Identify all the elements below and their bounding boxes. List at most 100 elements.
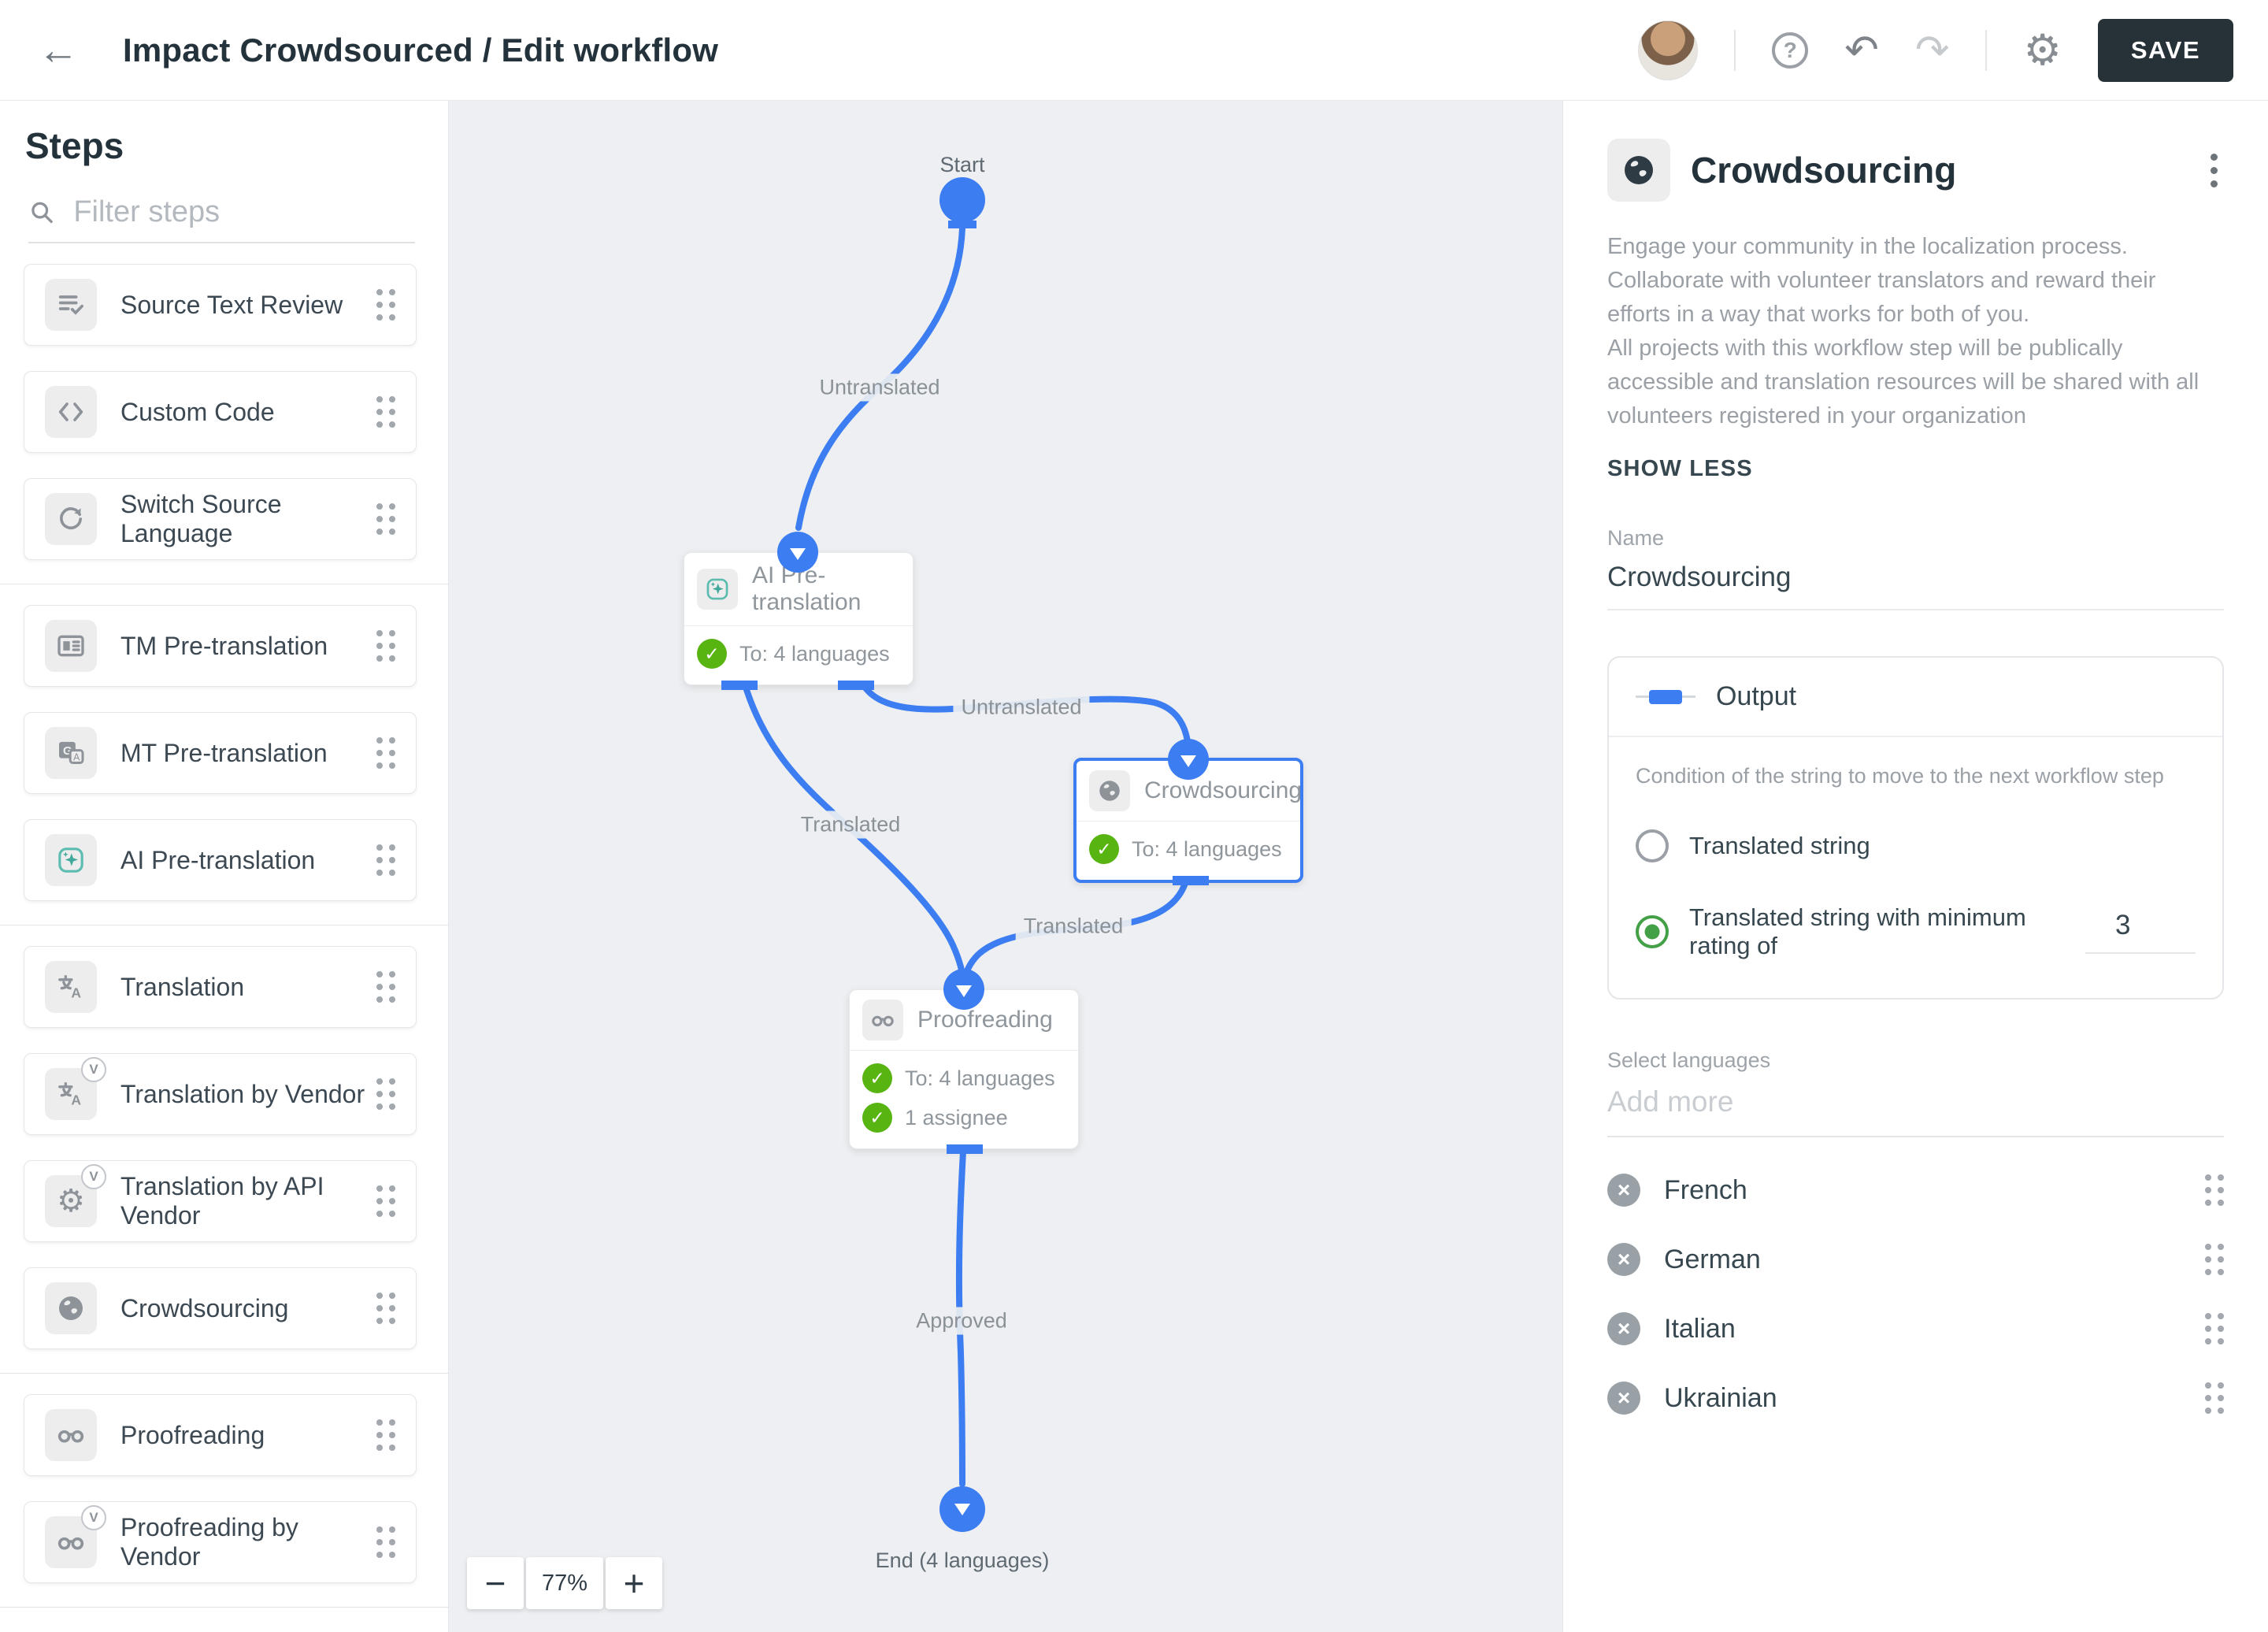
step-translation-by-vendor[interactable]: VA Translation by Vendor: [24, 1053, 417, 1135]
divider: [1985, 29, 1988, 71]
svg-text:A: A: [71, 1092, 81, 1107]
node-title: AI Pre-translation: [752, 562, 862, 615]
step-label: Switch Source Language: [120, 490, 282, 547]
group-divider: [0, 1607, 448, 1608]
header: ← Impact Crowdsourced / Edit workflow ? …: [0, 0, 2268, 101]
radio-translated-min-rating[interactable]: [1636, 915, 1669, 949]
output-port[interactable]: [1173, 876, 1209, 885]
step-description: Engage your community in the localizatio…: [1607, 234, 2199, 428]
translate-icon: VA: [45, 1057, 106, 1120]
help-icon[interactable]: ?: [1772, 32, 1809, 69]
save-button[interactable]: SAVE: [2097, 18, 2233, 82]
add-language-input[interactable]: [1607, 1073, 2224, 1138]
step-label: Proofreading: [120, 1420, 265, 1449]
step-crowdsourcing[interactable]: Crowdsourcing: [24, 1267, 417, 1349]
remove-language-icon[interactable]: ×: [1607, 1312, 1640, 1346]
glasses-icon: [45, 1409, 97, 1461]
step-details-panel: Crowdsourcing Engage your community in t…: [1562, 101, 2268, 1632]
glasses-icon: V: [45, 1505, 106, 1568]
drag-handle-icon[interactable]: [376, 1293, 395, 1324]
svg-text:A: A: [71, 985, 81, 1000]
ai-sparkle-icon: [45, 834, 97, 886]
remove-language-icon[interactable]: ×: [1607, 1174, 1640, 1207]
drag-handle-icon[interactable]: [376, 503, 395, 535]
edge-label: Untranslated: [953, 693, 1090, 721]
step-ai-pre-translation[interactable]: AI Pre-translation: [24, 819, 417, 901]
node-proofreading[interactable]: Proofreading ✓ To: 4 languages ✓ 1 assigne…: [849, 989, 1079, 1154]
sidebar-title: Steps: [25, 125, 124, 166]
check-icon: ✓: [697, 639, 727, 669]
sync-icon: [45, 493, 97, 545]
drag-handle-icon[interactable]: [2205, 1174, 2224, 1207]
filter-steps-row: [28, 195, 415, 243]
start-node[interactable]: [939, 177, 985, 223]
language-row-french: × French: [1607, 1174, 2224, 1207]
input-port[interactable]: [943, 969, 984, 1010]
step-source-text-review[interactable]: Source Text Review: [24, 264, 417, 346]
drag-handle-icon[interactable]: [376, 1526, 395, 1558]
step-label: Crowdsourcing: [120, 1293, 289, 1322]
remove-language-icon[interactable]: ×: [1607, 1382, 1640, 1415]
step-proofreading[interactable]: Proofreading: [24, 1394, 417, 1476]
globe-icon: [45, 1282, 97, 1334]
vendor-badge: V: [81, 1505, 106, 1530]
zoom-in-button[interactable]: +: [606, 1557, 662, 1609]
step-proofreading-by-vendor[interactable]: V Proofreading by Vendor: [24, 1501, 417, 1583]
drag-handle-icon[interactable]: [376, 844, 395, 876]
step-custom-code[interactable]: Custom Code: [24, 371, 417, 453]
name-input[interactable]: [1607, 551, 2224, 611]
node-badge: To: 4 languages: [1132, 836, 1282, 861]
zoom-out-button[interactable]: −: [467, 1557, 524, 1609]
min-rating-input[interactable]: [2085, 910, 2196, 955]
zoom-level: 77%: [526, 1557, 603, 1609]
zoom-toolbar: − 77% +: [467, 1557, 662, 1609]
drag-handle-icon[interactable]: [2205, 1313, 2224, 1345]
check-icon: ✓: [862, 1063, 892, 1093]
step-tm-pre-translation[interactable]: TM Pre-translation: [24, 605, 417, 687]
end-node[interactable]: [939, 1486, 985, 1532]
drag-handle-icon[interactable]: [376, 737, 395, 769]
drag-handle-icon[interactable]: [2205, 1382, 2224, 1415]
output-port[interactable]: [947, 1144, 983, 1154]
output-port[interactable]: [838, 681, 874, 690]
workflow-canvas[interactable]: Start Untranslated Untranslated Translat…: [449, 101, 1562, 1632]
tm-icon: [45, 620, 97, 672]
step-label: Source Text Review: [120, 290, 343, 319]
name-label: Name: [1607, 526, 1665, 551]
step-translation-by-api-vendor[interactable]: V ⚙ Translation by API Vendor: [24, 1160, 417, 1242]
remove-language-icon[interactable]: ×: [1607, 1243, 1640, 1277]
step-label: TM Pre-translation: [120, 631, 328, 660]
undo-icon[interactable]: ↶: [1844, 30, 1879, 71]
step-translation[interactable]: A Translation: [24, 946, 417, 1028]
drag-handle-icon[interactable]: [376, 289, 395, 321]
drag-handle-icon[interactable]: [376, 1419, 395, 1451]
drag-handle-icon[interactable]: [376, 1185, 395, 1217]
filter-steps-input[interactable]: [73, 195, 415, 229]
edge-label: Untranslated: [811, 373, 948, 402]
drag-handle-icon[interactable]: [2205, 1244, 2224, 1276]
input-port[interactable]: [1168, 739, 1209, 780]
input-port[interactable]: [777, 532, 818, 573]
edge-label: Approved: [908, 1307, 1015, 1335]
step-switch-source-language[interactable]: Switch Source Language: [24, 478, 417, 560]
step-label: MT Pre-translation: [120, 738, 328, 767]
step-mt-pre-translation[interactable]: GA MT Pre-translation: [24, 712, 417, 794]
output-title: Output: [1716, 681, 1797, 712]
drag-handle-icon[interactable]: [376, 971, 395, 1003]
back-arrow-icon[interactable]: ←: [38, 30, 79, 71]
node-title: Proofreading: [917, 1007, 1053, 1033]
svg-text:A: A: [73, 751, 80, 762]
step-label: AI Pre-translation: [120, 845, 316, 874]
drag-handle-icon[interactable]: [376, 396, 395, 428]
avatar[interactable]: [1638, 20, 1699, 80]
drag-handle-icon[interactable]: [376, 1078, 395, 1110]
drag-handle-icon[interactable]: [376, 630, 395, 662]
kebab-menu-icon[interactable]: [2204, 147, 2224, 194]
edge-label: Translated: [792, 810, 909, 839]
output-port[interactable]: [721, 681, 758, 690]
gear-icon[interactable]: ⚙: [2023, 29, 2061, 72]
vendor-badge: V: [81, 1164, 106, 1189]
list-check-icon: [45, 279, 97, 331]
show-less-link[interactable]: SHOW LESS: [1607, 456, 2224, 482]
radio-translated-string[interactable]: [1636, 829, 1669, 863]
